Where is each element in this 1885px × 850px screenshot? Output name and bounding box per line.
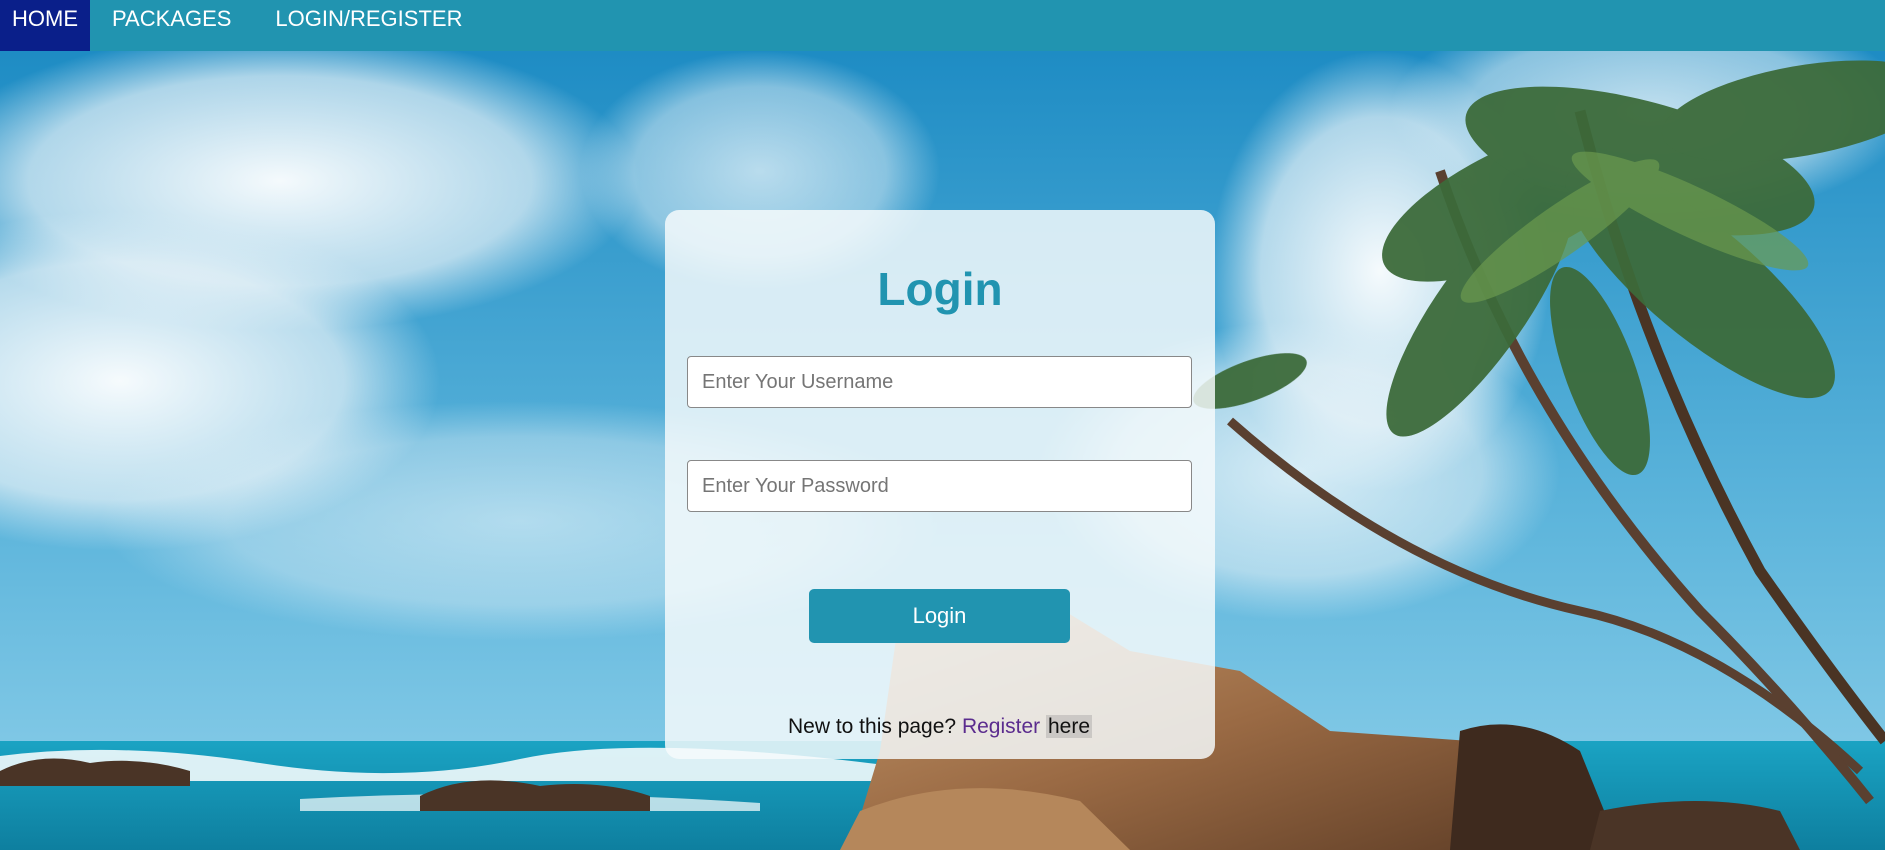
login-card: Login Login New to this page? Register h… — [665, 210, 1215, 759]
register-prompt: New to this page? Register here — [665, 715, 1215, 739]
nav-packages-link[interactable]: PACKAGES — [100, 0, 243, 37]
nav-login-register-link[interactable]: LOGIN/REGISTER — [263, 0, 474, 37]
register-here-text: here — [1045, 715, 1093, 738]
login-title: Login — [877, 263, 1003, 315]
register-link[interactable]: Register — [962, 715, 1040, 738]
login-button[interactable]: Login — [809, 589, 1070, 643]
nav-home-link[interactable]: HOME — [0, 0, 90, 51]
password-input[interactable] — [687, 460, 1192, 512]
username-input[interactable] — [687, 356, 1192, 408]
register-prompt-text: New to this page? — [787, 715, 957, 738]
top-nav: HOME PACKAGES LOGIN/REGISTER — [0, 0, 1885, 51]
